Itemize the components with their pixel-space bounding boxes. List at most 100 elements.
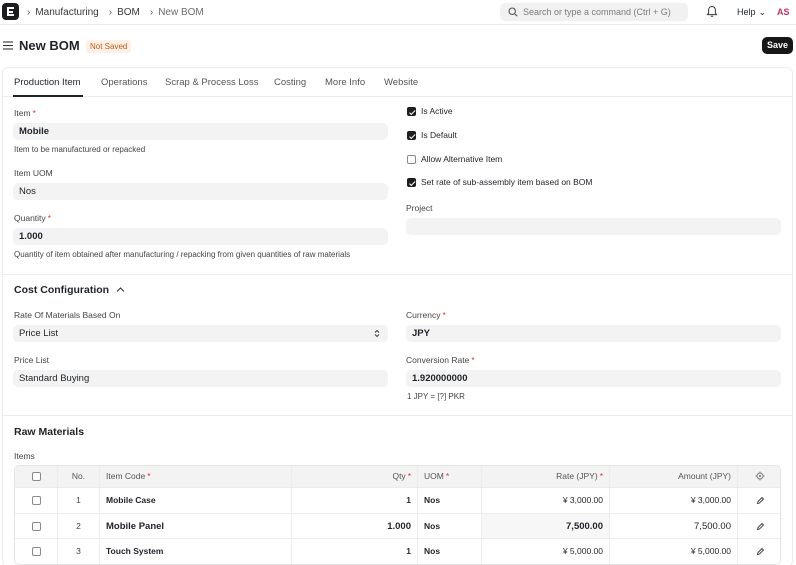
row-qty[interactable]: 1 (291, 539, 417, 564)
chevron-up-icon (116, 287, 125, 292)
section-divider (3, 274, 792, 275)
form-tabs: Production Item Operations Scrap & Proce… (3, 68, 792, 97)
tab-more-info[interactable]: More Info (325, 77, 365, 88)
search-placeholder: Search or type a command (Ctrl + G) (523, 7, 671, 17)
items-label: Items (14, 451, 35, 461)
row-rate[interactable]: ¥ 5,000.00 (481, 539, 609, 564)
project-field[interactable] (406, 218, 781, 235)
row-select-cell (15, 539, 57, 564)
items-table: No. Item Code * Qty * UOM * Rate (JPY) * Amo… (14, 465, 781, 565)
tab-production-item[interactable]: Production Item (14, 77, 81, 88)
row-no: 3 (57, 539, 99, 564)
hamburger-icon[interactable] (3, 41, 13, 50)
item-field[interactable]: Mobile (13, 123, 388, 140)
row-rate[interactable]: 7,500.00 (481, 513, 609, 538)
column-settings-cell (737, 466, 780, 487)
app-logo-icon[interactable] (2, 3, 19, 20)
row-amount: 7,500.00 (609, 513, 737, 538)
row-uom[interactable]: Nos (417, 539, 481, 564)
rate-materials-select[interactable]: Price List (13, 325, 388, 342)
row-edit-cell (737, 539, 780, 564)
row-item-code[interactable]: Mobile Panel (99, 513, 291, 538)
table-header-row: No. Item Code * Qty * UOM * Rate (JPY) * Amo… (15, 466, 780, 487)
raw-materials-header: Raw Materials (14, 426, 85, 438)
row-uom[interactable]: Nos (417, 488, 481, 513)
bell-icon[interactable] (706, 5, 718, 18)
breadcrumb: › Manufacturing › BOM › New BOM (27, 7, 214, 18)
currency-field[interactable]: JPY (406, 325, 781, 342)
avatar[interactable]: AS (777, 7, 790, 17)
chevron-right-icon: › (149, 7, 154, 18)
conversion-rate-label: Conversion Rate * (406, 355, 475, 365)
currency-label: Currency * (406, 310, 446, 320)
select-all-cell (15, 466, 57, 487)
checkbox-unchecked-icon (407, 155, 416, 164)
breadcrumb-manufacturing[interactable]: Manufacturing (35, 7, 98, 18)
row-qty[interactable]: 1 (291, 488, 417, 513)
status-badge: Not Saved (86, 40, 132, 53)
tab-operations[interactable]: Operations (101, 77, 147, 88)
save-button[interactable]: Save (762, 37, 793, 54)
row-rate[interactable]: ¥ 3,000.00 (481, 488, 609, 513)
conversion-rate-field[interactable]: 1.920000000 (406, 370, 781, 387)
quantity-label: Quantity * (14, 213, 51, 223)
breadcrumb-bom[interactable]: BOM (117, 7, 140, 18)
search-bar[interactable]: Search or type a command (Ctrl + G) (500, 3, 688, 21)
edit-icon[interactable] (756, 496, 765, 505)
page-title: New BOM (19, 38, 80, 53)
col-item-code: Item Code * (99, 466, 291, 487)
edit-icon[interactable] (756, 522, 765, 531)
item-description: Item to be manufactured or repacked (14, 145, 146, 154)
checkbox-checked-icon (407, 178, 416, 187)
col-qty: Qty * (291, 466, 417, 487)
row-select-cell (15, 514, 57, 539)
row-checkbox[interactable] (32, 521, 41, 531)
row-item-code[interactable]: Mobile Case (99, 488, 291, 513)
tab-website[interactable]: Website (384, 77, 418, 88)
quantity-field[interactable]: 1.000 (13, 228, 388, 245)
row-amount: ¥ 5,000.00 (609, 539, 737, 564)
help-label: Help (737, 7, 756, 17)
table-row[interactable]: 3 Touch System 1 Nos ¥ 5,000.00 ¥ 5,000.… (15, 538, 780, 564)
price-list-field[interactable]: Standard Buying (13, 370, 388, 387)
rate-materials-label: Rate Of Materials Based On (14, 310, 121, 320)
chevron-right-icon: › (27, 7, 31, 18)
tab-costing[interactable]: Costing (274, 77, 306, 88)
section-divider (3, 415, 792, 416)
row-edit-cell (737, 513, 780, 538)
row-checkbox[interactable] (32, 547, 41, 556)
cost-configuration-header[interactable]: Cost Configuration (14, 284, 125, 296)
select-all-checkbox[interactable] (32, 472, 41, 481)
conversion-rate-description: 1 JPY = [?] PKR (407, 392, 465, 401)
row-checkbox[interactable] (32, 496, 41, 505)
edit-icon[interactable] (756, 547, 765, 556)
row-qty[interactable]: 1.000 (291, 513, 417, 538)
col-uom: UOM * (417, 466, 481, 487)
checkbox-checked-icon (407, 131, 416, 140)
select-arrows-icon (374, 329, 380, 338)
row-no: 2 (57, 513, 99, 538)
tab-scrap-process-loss[interactable]: Scrap & Process Loss (165, 77, 258, 88)
row-item-code[interactable]: Touch System (99, 539, 291, 564)
item-uom-label: Item UOM (14, 168, 53, 178)
row-select-cell (15, 488, 57, 513)
table-row[interactable]: 1 Mobile Case 1 Nos ¥ 3,000.00 ¥ 3,000.0… (15, 487, 780, 513)
breadcrumb-new-bom: New BOM (158, 7, 204, 18)
item-label: Item * (14, 108, 36, 118)
item-uom-field[interactable]: Nos (13, 183, 388, 200)
table-row[interactable]: 2 Mobile Panel 1.000 Nos 7,500.00 7,500.… (15, 512, 780, 539)
settings-icon[interactable] (755, 471, 765, 481)
chevron-right-icon: › (108, 7, 113, 18)
chevron-down-icon: ⌄ (758, 7, 767, 17)
row-uom[interactable]: Nos (417, 513, 481, 538)
col-no: No. (57, 466, 99, 487)
top-navbar: › Manufacturing › BOM › New BOM Search or typ… (0, 0, 796, 25)
row-no: 1 (57, 488, 99, 513)
row-edit-cell (737, 488, 780, 513)
quantity-description: Quantity of item obtained after manufact… (14, 250, 351, 259)
price-list-label: Price List (14, 355, 49, 365)
checkbox-checked-icon (407, 107, 416, 116)
help-dropdown[interactable]: Help ⌄ (737, 7, 766, 18)
search-icon (508, 7, 518, 17)
project-label: Project (406, 203, 433, 213)
